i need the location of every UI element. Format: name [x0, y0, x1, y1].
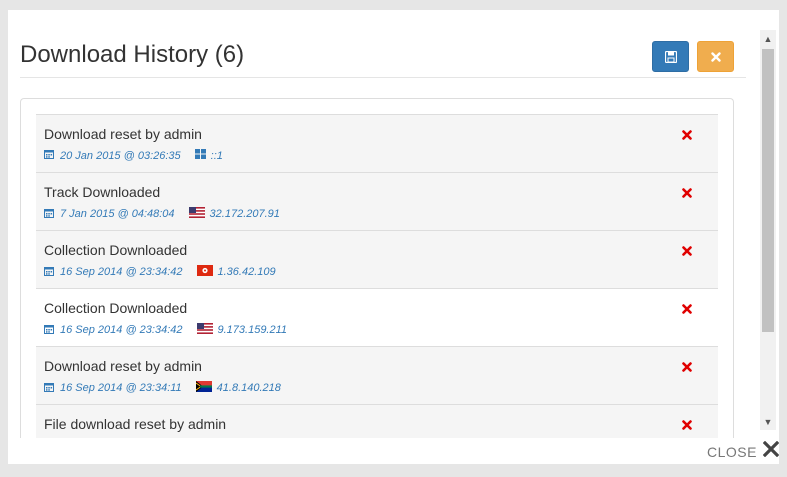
close-x-icon: [762, 440, 780, 462]
save-button[interactable]: [652, 41, 689, 72]
calendar-icon: [44, 324, 54, 337]
history-item-source: 1.36.42.109: [217, 266, 276, 278]
history-item-date: 16 Sep 2014 @ 23:34:11: [60, 382, 182, 394]
cancel-button[interactable]: [697, 41, 734, 72]
history-item-meta: 16 Sep 2014 @ 23:34:42 1.36.42.109: [44, 265, 276, 279]
scrollbar-thumb[interactable]: [762, 49, 774, 332]
history-item-title: Download reset by admin: [44, 358, 202, 374]
title-divider: [20, 77, 746, 78]
history-item: Download reset by admin 20 Jan 2015 @ 03…: [36, 114, 718, 172]
za-flag-icon: [195, 381, 212, 395]
history-item: Track Downloaded 7 Jan 2015 @ 04:48:04 3…: [36, 172, 718, 230]
scroll-up-arrow-icon[interactable]: ▲: [760, 30, 776, 47]
history-item: Collection Downloaded 16 Sep 2014 @ 23:3…: [36, 230, 718, 288]
history-item-date: 16 Sep 2014 @ 23:34:42: [60, 324, 183, 336]
scroll-down-arrow-icon[interactable]: ▼: [760, 413, 776, 430]
history-panel: Download reset by admin 20 Jan 2015 @ 03…: [20, 98, 734, 438]
close-label: CLOSE: [707, 443, 757, 460]
history-item-date: 20 Jan 2015 @ 03:26:35: [60, 149, 181, 162]
delete-icon[interactable]: [682, 127, 692, 145]
calendar-icon: [44, 382, 54, 395]
close-icon: [710, 51, 721, 62]
us-flag-icon: [196, 323, 213, 337]
hk-flag-icon: [196, 265, 213, 279]
save-icon: [664, 50, 677, 63]
history-item-title: Collection Downloaded: [44, 242, 188, 258]
download-history-modal: Download History (6) Download reset by a…: [8, 10, 780, 464]
history-item-date: 16 Sep 2014 @ 23:34:42: [60, 266, 183, 278]
delete-icon[interactable]: [682, 243, 692, 261]
history-item-source: ::1: [210, 149, 223, 162]
modal-title: Download History (6): [20, 41, 245, 68]
delete-icon[interactable]: [682, 417, 692, 435]
history-item: Collection Downloaded 16 Sep 2014 @ 23:3…: [36, 288, 718, 346]
history-item: Download reset by admin 16 Sep 2014 @ 23…: [36, 346, 718, 404]
history-item-source: 9.173.159.211: [217, 324, 288, 336]
history-item-title: Download reset by admin: [44, 126, 202, 142]
us-flag-icon: [188, 207, 205, 221]
delete-icon[interactable]: [682, 301, 692, 319]
history-item-title: Collection Downloaded: [44, 300, 188, 316]
history-item-date: 7 Jan 2015 @ 04:48:04: [60, 208, 175, 220]
history-item-source: 41.8.140.218: [216, 382, 281, 394]
history-list: Download reset by admin 20 Jan 2015 @ 03…: [36, 114, 718, 438]
windows-icon: [194, 149, 206, 162]
history-item-source: 32.172.207.91: [209, 208, 280, 220]
history-item-meta: 7 Jan 2015 @ 04:48:04 32.172.207.91: [44, 207, 280, 221]
calendar-icon: [44, 208, 54, 221]
delete-icon[interactable]: [682, 185, 692, 203]
close-button[interactable]: CLOSE: [707, 440, 780, 462]
history-item: File download reset by admin: [36, 404, 718, 438]
modal-scrollbar[interactable]: ▲ ▼: [760, 30, 776, 430]
calendar-icon: [44, 149, 54, 162]
delete-icon[interactable]: [682, 359, 692, 377]
calendar-icon: [44, 266, 54, 279]
history-item-meta: 20 Jan 2015 @ 03:26:35 ::1: [44, 149, 223, 162]
history-item-meta: 16 Sep 2014 @ 23:34:42 9.173.159.211: [44, 323, 287, 337]
history-item-meta: 16 Sep 2014 @ 23:34:11 41.8.140.218: [44, 381, 281, 395]
history-item-title: Track Downloaded: [44, 184, 161, 200]
history-item-title: File download reset by admin: [44, 416, 227, 432]
